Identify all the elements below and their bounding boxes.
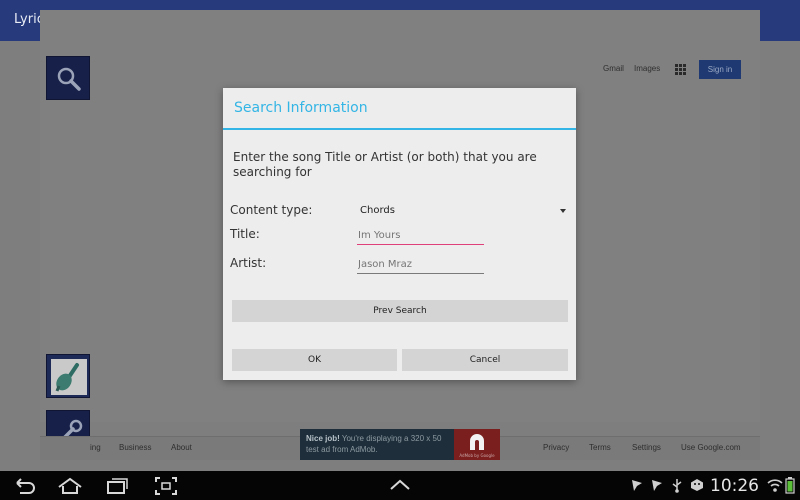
- artist-label: Artist:: [230, 256, 267, 270]
- dialog-title: Search Information: [234, 100, 368, 116]
- footer-about-link[interactable]: About: [171, 443, 192, 452]
- title-input[interactable]: [357, 227, 484, 245]
- apps-grid-icon[interactable]: [675, 64, 686, 75]
- notification-icon[interactable]: [651, 478, 663, 492]
- prev-search-button[interactable]: Prev Search: [232, 300, 568, 322]
- footer-privacy-link[interactable]: Privacy: [543, 443, 569, 452]
- ok-button[interactable]: OK: [232, 349, 397, 371]
- footer-settings-link[interactable]: Settings: [632, 443, 661, 452]
- usb-icon: [672, 479, 682, 493]
- admob-icon: [470, 434, 484, 450]
- battery-icon: [785, 477, 795, 494]
- content-type-dropdown[interactable]: Chords: [356, 202, 568, 220]
- chords-button[interactable]: [46, 354, 90, 398]
- search-icon: [57, 67, 81, 91]
- dropdown-arrow-icon: [560, 209, 566, 213]
- dialog-title-divider: [223, 128, 576, 130]
- gmail-link[interactable]: Gmail: [603, 64, 624, 73]
- search-information-dialog: Search Information Enter the song Title …: [223, 88, 576, 380]
- images-link[interactable]: Images: [634, 64, 660, 73]
- content-type-value: Chords: [360, 205, 395, 216]
- wifi-icon: [767, 479, 783, 492]
- content-type-label: Content type:: [230, 203, 313, 217]
- footer-advertising-link[interactable]: ing: [90, 443, 101, 452]
- admob-logo: AdMob by Google: [454, 429, 500, 460]
- footer-business-link[interactable]: Business: [119, 443, 151, 452]
- recents-icon[interactable]: [105, 476, 129, 496]
- ad-text: Nice job! You're displaying a 320 x 50 t…: [306, 433, 454, 455]
- footer-use-google-link[interactable]: Use Google.com: [681, 443, 741, 452]
- ad-headline: Nice job!: [306, 434, 340, 443]
- up-chevron-icon[interactable]: [389, 478, 411, 492]
- search-button[interactable]: [46, 56, 90, 100]
- back-icon[interactable]: [12, 476, 36, 496]
- artist-input[interactable]: [357, 256, 484, 274]
- footer-terms-link[interactable]: Terms: [589, 443, 611, 452]
- guitar-icon: [51, 359, 87, 395]
- ad-banner[interactable]: Nice job! You're displaying a 320 x 50 t…: [300, 429, 500, 460]
- cancel-button[interactable]: Cancel: [402, 349, 568, 371]
- sign-in-button[interactable]: Sign in: [699, 60, 741, 79]
- title-label: Title:: [230, 227, 260, 241]
- android-debug-icon: [691, 479, 703, 491]
- dialog-message: Enter the song Title or Artist (or both)…: [233, 150, 537, 179]
- screenshot-icon[interactable]: [154, 476, 178, 496]
- home-icon[interactable]: [57, 476, 83, 496]
- notification-icon[interactable]: [631, 478, 643, 492]
- clock: 10:26: [710, 476, 759, 496]
- admob-caption: AdMob by Google: [459, 453, 495, 458]
